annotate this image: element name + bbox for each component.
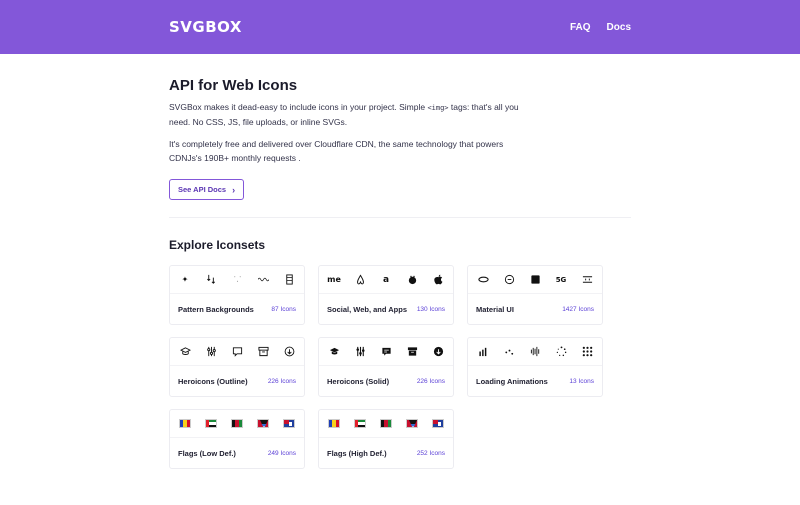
iconset-card-heroicons-outline[interactable]: Heroicons (Outline) 226 Icons [169, 337, 305, 397]
audio-icon [529, 346, 541, 358]
flag-af-icon [231, 419, 243, 428]
sixtyfps-icon [581, 274, 593, 286]
iconset-count: 13 Icons [569, 378, 594, 385]
iconset-footer: Material UI 1427 Icons [468, 294, 602, 325]
ball-triangle-icon [555, 346, 567, 358]
iconset-count: 226 Icons [267, 378, 296, 385]
archive-icon [257, 346, 269, 358]
iconset-footer: Flags (High Def.) 252 Icons [319, 438, 453, 469]
iconset-preview: me a [319, 266, 453, 294]
iconset-footer: Heroicons (Solid) 226 Icons [319, 366, 453, 397]
grid-dots-icon [581, 346, 593, 358]
hero-cdn-text: It's completely free and delivered over … [169, 139, 504, 163]
sparkle-icon: ✦ [181, 275, 189, 284]
flag-ag-icon [406, 419, 418, 428]
iconset-name: Loading Animations [476, 377, 548, 386]
iconset-card-material-ui[interactable]: 5G Material UI 1427 Icons [467, 265, 603, 325]
iconset-footer: Flags (Low Def.) 249 Icons [170, 438, 304, 469]
academic-cap-icon [328, 346, 340, 358]
see-api-docs-label: See API Docs [178, 185, 227, 194]
nav-docs-link[interactable]: Docs [607, 22, 631, 33]
chevron-right-icon: › [232, 184, 236, 195]
amazon-icon: a [382, 274, 390, 285]
nav-links: FAQ Docs [570, 22, 631, 33]
airbnb-icon [354, 274, 366, 286]
meetup-icon: me [327, 275, 341, 284]
arrows-down-icon [205, 274, 217, 286]
dots-icon [231, 274, 243, 286]
adjustments-icon [205, 346, 217, 358]
flag-ai-icon [283, 419, 295, 428]
annotation-icon [231, 346, 243, 358]
iconset-name: Flags (Low Def.) [178, 449, 236, 458]
iconset-preview [468, 338, 602, 366]
page-title: API for Web Icons [169, 77, 298, 94]
iconset-name: Material UI [476, 305, 514, 314]
iconset-card-social-web-apps[interactable]: me a Social, Web, and Apps 130 Icons [318, 265, 454, 325]
iconset-count: 226 Icons [416, 378, 445, 385]
iconset-preview: 5G [468, 266, 602, 294]
iconset-name: Social, Web, and Apps [327, 305, 408, 314]
flag-ad-icon [328, 419, 340, 428]
grid-icon [283, 274, 295, 286]
iconset-count: 252 Icons [416, 450, 445, 457]
iconset-footer: Pattern Backgrounds 87 Icons [170, 294, 304, 325]
apple-icon [432, 274, 444, 286]
iconset-count: 130 Icons [416, 306, 445, 313]
iconset-count: 87 Icons [271, 306, 296, 313]
wave-icon [257, 274, 269, 286]
iconset-grid: ✦ Pattern Backgrounds 87 Icons me a Soci… [169, 265, 631, 469]
hero-desc-part1: SVGBox makes it dead-easy to include ico… [169, 102, 428, 112]
adjustments-icon [354, 346, 366, 358]
iconset-name: Pattern Backgrounds [178, 305, 254, 314]
airfrance-icon [406, 274, 418, 286]
flag-ae-icon [205, 419, 217, 428]
iconset-preview [319, 338, 453, 366]
logo[interactable]: SVGBOX [169, 18, 242, 36]
flag-ae-icon [354, 419, 366, 428]
academic-cap-icon [179, 346, 191, 358]
iconset-footer: Social, Web, and Apps 130 Icons [319, 294, 453, 325]
iconset-preview [170, 338, 304, 366]
threesixty-icon [477, 274, 489, 286]
iconset-preview [170, 410, 304, 438]
navbar-inner: SVGBOX FAQ Docs [169, 0, 631, 54]
iconset-name: Heroicons (Outline) [178, 377, 248, 386]
tenk-icon [529, 274, 541, 286]
img-tag-code: <img> [427, 104, 449, 112]
arrow-circle-down-icon [283, 346, 295, 358]
iconset-name: Heroicons (Solid) [327, 377, 390, 386]
iconset-card-flags-low-def[interactable]: Flags (Low Def.) 249 Icons [169, 409, 305, 469]
iconset-card-pattern-backgrounds[interactable]: ✦ Pattern Backgrounds 87 Icons [169, 265, 305, 325]
iconset-count: 249 Icons [267, 450, 296, 457]
flag-ag-icon [257, 419, 269, 428]
fiveg-icon: 5G [555, 275, 567, 284]
nav-faq-link[interactable]: FAQ [570, 22, 591, 33]
iconset-name: Flags (High Def.) [327, 449, 387, 458]
dots-scatter-icon [503, 346, 515, 358]
flag-af-icon [380, 419, 392, 428]
iconset-card-flags-high-def[interactable]: Flags (High Def.) 252 Icons [318, 409, 454, 469]
see-api-docs-button[interactable]: See API Docs › [169, 179, 245, 200]
bars-icon [477, 346, 489, 358]
top-navbar: SVGBOX FAQ Docs [0, 0, 800, 54]
divider [169, 217, 631, 218]
arrow-circle-down-icon [432, 346, 444, 358]
flag-ad-icon [179, 419, 191, 428]
iconset-card-heroicons-solid[interactable]: Heroicons (Solid) 226 Icons [318, 337, 454, 397]
archive-icon [406, 346, 418, 358]
annotation-icon [380, 346, 392, 358]
iconset-count: 1427 Icons [562, 306, 594, 313]
main-content: API for Web Icons SVGBox makes it dead-e… [169, 77, 631, 469]
iconset-card-loading-animations[interactable]: Loading Animations 13 Icons [467, 337, 603, 397]
rotate-icon [503, 274, 515, 286]
section-title: Explore Iconsets [169, 238, 266, 252]
iconset-preview: ✦ [170, 266, 304, 294]
hero-description: SVGBox makes it dead-easy to include ico… [169, 100, 519, 129]
iconset-footer: Heroicons (Outline) 226 Icons [170, 366, 304, 397]
flag-ai-icon [432, 419, 444, 428]
iconset-footer: Loading Animations 13 Icons [468, 366, 602, 397]
iconset-preview [319, 410, 453, 438]
